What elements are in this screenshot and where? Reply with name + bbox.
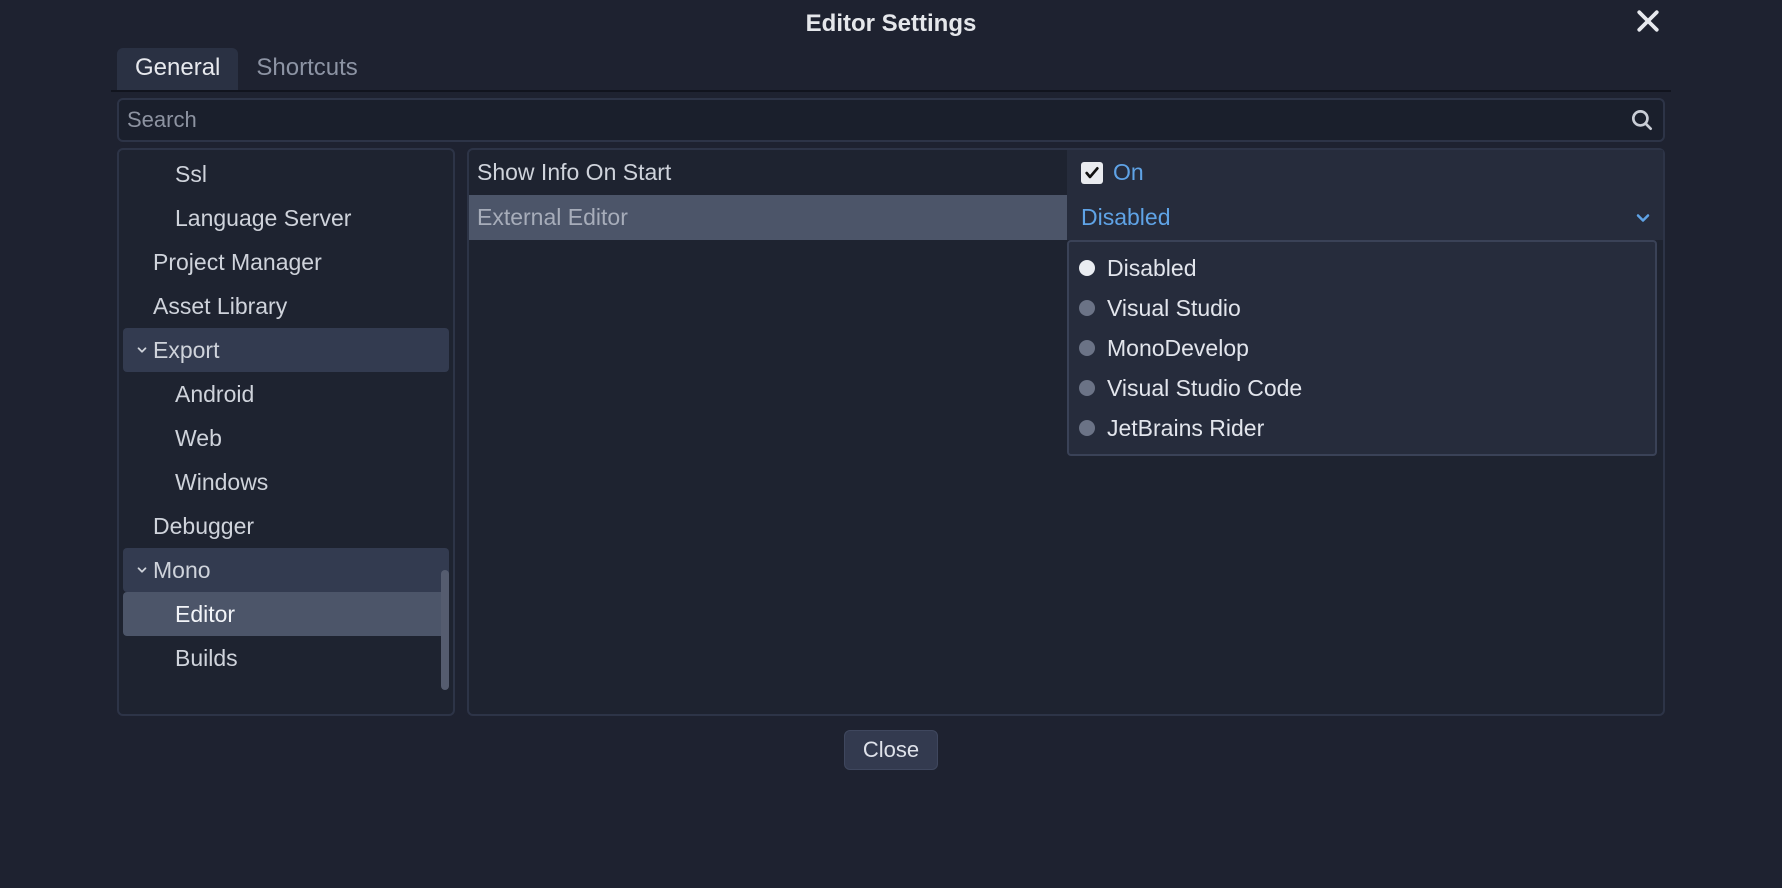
footer: Close	[111, 724, 1671, 780]
tree-item-android[interactable]: Android	[123, 372, 449, 416]
setting-label: External Editor	[469, 204, 1067, 231]
tree-item-builds[interactable]: Builds	[123, 636, 449, 680]
setting-external-editor: External Editor Disabled	[469, 195, 1663, 240]
tree-item-mono[interactable]: Mono	[123, 548, 449, 592]
category-tree-panel: Ssl Language Server Project Manager Asset L…	[117, 148, 455, 716]
tree-item-label: Language Server	[175, 205, 351, 232]
radio-icon	[1079, 340, 1095, 356]
tree-item-label: Debugger	[153, 513, 254, 540]
category-tree[interactable]: Ssl Language Server Project Manager Asset L…	[119, 150, 453, 714]
radio-icon	[1079, 260, 1095, 276]
tree-item-label: Ssl	[175, 161, 207, 188]
search-icon[interactable]	[1629, 107, 1655, 133]
dropdown-option-label: Visual Studio Code	[1107, 375, 1302, 402]
tree-item-label: Editor	[175, 601, 235, 628]
tree-item-label: Android	[175, 381, 254, 408]
dropdown-option[interactable]: JetBrains Rider	[1069, 408, 1655, 448]
checkbox-show-info[interactable]	[1081, 162, 1103, 184]
value-text: On	[1113, 159, 1144, 186]
dropdown-option-label: Disabled	[1107, 255, 1197, 282]
setting-value-dropdown[interactable]: Disabled	[1067, 195, 1663, 240]
tree-item-debugger[interactable]: Debugger	[123, 504, 449, 548]
external-editor-dropdown: Disabled Visual Studio MonoDevelop Visual S…	[1067, 240, 1657, 456]
tree-item-language-server[interactable]: Language Server	[123, 196, 449, 240]
tree-item-label: Project Manager	[153, 249, 322, 276]
tree-item-label: Builds	[175, 645, 238, 672]
radio-icon	[1079, 300, 1095, 316]
value-text: Disabled	[1081, 204, 1171, 231]
tree-item-export[interactable]: Export	[123, 328, 449, 372]
search-bar	[117, 98, 1665, 142]
tabs: General Shortcuts	[111, 48, 1671, 92]
chevron-down-icon[interactable]	[133, 341, 151, 359]
tree-item-label: Asset Library	[153, 293, 287, 320]
chevron-down-icon	[1633, 208, 1653, 228]
search-input[interactable]	[127, 107, 1629, 133]
tree-item-project-manager[interactable]: Project Manager	[123, 240, 449, 284]
tree-item-label: Mono	[153, 557, 211, 584]
tree-item-web[interactable]: Web	[123, 416, 449, 460]
tree-item-windows[interactable]: Windows	[123, 460, 449, 504]
dropdown-option-label: JetBrains Rider	[1107, 415, 1264, 442]
window-title: Editor Settings	[806, 10, 977, 38]
close-icon[interactable]	[1633, 6, 1663, 36]
tree-item-editor[interactable]: Editor	[123, 592, 449, 636]
dropdown-option-label: Visual Studio	[1107, 295, 1241, 322]
main-split: Ssl Language Server Project Manager Asset L…	[111, 148, 1671, 724]
radio-icon	[1079, 420, 1095, 436]
tree-item-label: Export	[153, 337, 219, 364]
tree-item-ssl[interactable]: Ssl	[123, 152, 449, 196]
radio-icon	[1079, 380, 1095, 396]
editor-settings-window: Editor Settings General Shortcuts Ssl Lan…	[111, 0, 1671, 780]
tab-shortcuts[interactable]: Shortcuts	[238, 48, 375, 90]
tree-item-label: Web	[175, 425, 222, 452]
close-button[interactable]: Close	[844, 730, 938, 770]
setting-label: Show Info On Start	[469, 159, 1067, 186]
dropdown-option[interactable]: Visual Studio Code	[1069, 368, 1655, 408]
tab-general[interactable]: General	[117, 48, 238, 90]
settings-content: Show Info On Start On External Editor Di…	[467, 148, 1665, 716]
chevron-down-icon[interactable]	[133, 561, 151, 579]
dropdown-option[interactable]: Disabled	[1069, 248, 1655, 288]
tree-item-label: Windows	[175, 469, 268, 496]
dropdown-option[interactable]: Visual Studio	[1069, 288, 1655, 328]
tree-scrollbar[interactable]	[441, 570, 449, 690]
tree-item-asset-library[interactable]: Asset Library	[123, 284, 449, 328]
dropdown-option[interactable]: MonoDevelop	[1069, 328, 1655, 368]
dropdown-option-label: MonoDevelop	[1107, 335, 1249, 362]
title-bar: Editor Settings	[111, 0, 1671, 48]
setting-value: On	[1067, 150, 1663, 195]
setting-show-info-on-start: Show Info On Start On	[469, 150, 1663, 195]
